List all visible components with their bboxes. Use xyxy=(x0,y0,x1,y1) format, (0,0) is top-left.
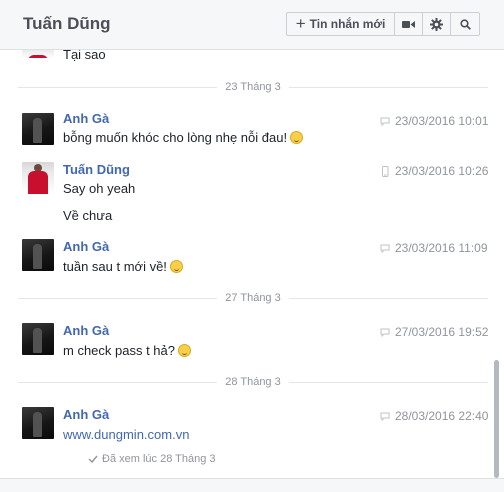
sender-name[interactable]: Anh Gà xyxy=(63,111,109,126)
message-text: tuần sau t mới về! xyxy=(63,259,183,274)
chat-bubble-icon xyxy=(380,117,390,126)
date-separator-label: 27 Tháng 3 xyxy=(225,292,281,304)
seen-status: Đã xem lúc 28 Tháng 3 xyxy=(88,453,216,465)
avatar[interactable] xyxy=(22,113,54,145)
message-timestamp: 27/03/2016 19:52 xyxy=(380,325,492,339)
message-timestamp: 23/03/2016 11:09 xyxy=(380,241,492,255)
sender-name[interactable]: Anh Gà xyxy=(63,323,109,338)
search-icon xyxy=(459,18,471,30)
smiley-emoji-icon xyxy=(178,344,191,357)
message-text: www.dungmin.com.vn xyxy=(63,427,189,442)
mobile-icon xyxy=(382,165,389,177)
conversation-title: Tuấn Dũng xyxy=(23,14,111,33)
message-thread[interactable]: Tại sao 23 Tháng 3 Anh Gà bỗng muốn khóc… xyxy=(0,50,504,481)
search-button[interactable] xyxy=(451,13,479,35)
new-message-button[interactable]: + Tin nhắn mới xyxy=(287,13,395,35)
date-separator: 23 Tháng 3 xyxy=(18,81,488,93)
avatar[interactable] xyxy=(22,323,54,355)
chat-bubble-icon xyxy=(380,244,390,253)
plus-icon: + xyxy=(295,13,306,33)
message-text: Say oh yeah xyxy=(63,181,136,196)
message-timestamp: 28/03/2016 22:40 xyxy=(380,409,492,423)
chat-bubble-icon xyxy=(380,328,390,337)
date-separator-label: 28 Tháng 3 xyxy=(225,376,281,388)
avatar[interactable] xyxy=(22,239,54,271)
checkmark-icon xyxy=(88,455,98,463)
sender-name[interactable]: Tuấn Dũng xyxy=(63,162,130,177)
message-text: Tại sao xyxy=(63,50,106,62)
video-call-button[interactable] xyxy=(395,13,423,35)
sender-name[interactable]: Anh Gà xyxy=(63,239,109,254)
video-camera-icon xyxy=(402,20,415,28)
composer-bar[interactable] xyxy=(0,478,504,492)
scrollbar-thumb[interactable] xyxy=(494,360,499,478)
settings-button[interactable] xyxy=(423,13,451,35)
sender-name[interactable]: Anh Gà xyxy=(63,407,109,422)
message-text: Về chưa xyxy=(63,208,113,223)
header-toolbar: + Tin nhắn mới xyxy=(286,12,480,36)
message-text: bỗng muốn khóc cho lòng nhẹ nỗi đau! xyxy=(63,130,304,145)
message-timestamp: 23/03/2016 10:01 xyxy=(380,114,492,128)
smiley-emoji-icon xyxy=(169,260,183,273)
message-timestamp: 23/03/2016 10:26 xyxy=(380,164,492,178)
conversation-header: Tuấn Dũng + Tin nhắn mới xyxy=(0,0,504,50)
avatar[interactable] xyxy=(22,407,54,439)
gear-icon xyxy=(430,17,443,31)
avatar[interactable] xyxy=(22,50,54,58)
date-separator: 27 Tháng 3 xyxy=(18,292,488,304)
message-link[interactable]: www.dungmin.com.vn xyxy=(63,427,189,442)
message-text: m check pass t hả? xyxy=(63,343,191,358)
smiley-emoji-icon xyxy=(290,131,304,144)
date-separator-label: 23 Tháng 3 xyxy=(225,81,281,93)
new-message-label: Tin nhắn mới xyxy=(309,17,386,31)
date-separator: 28 Tháng 3 xyxy=(18,376,488,388)
avatar[interactable] xyxy=(22,162,54,194)
chat-bubble-icon xyxy=(380,412,390,421)
